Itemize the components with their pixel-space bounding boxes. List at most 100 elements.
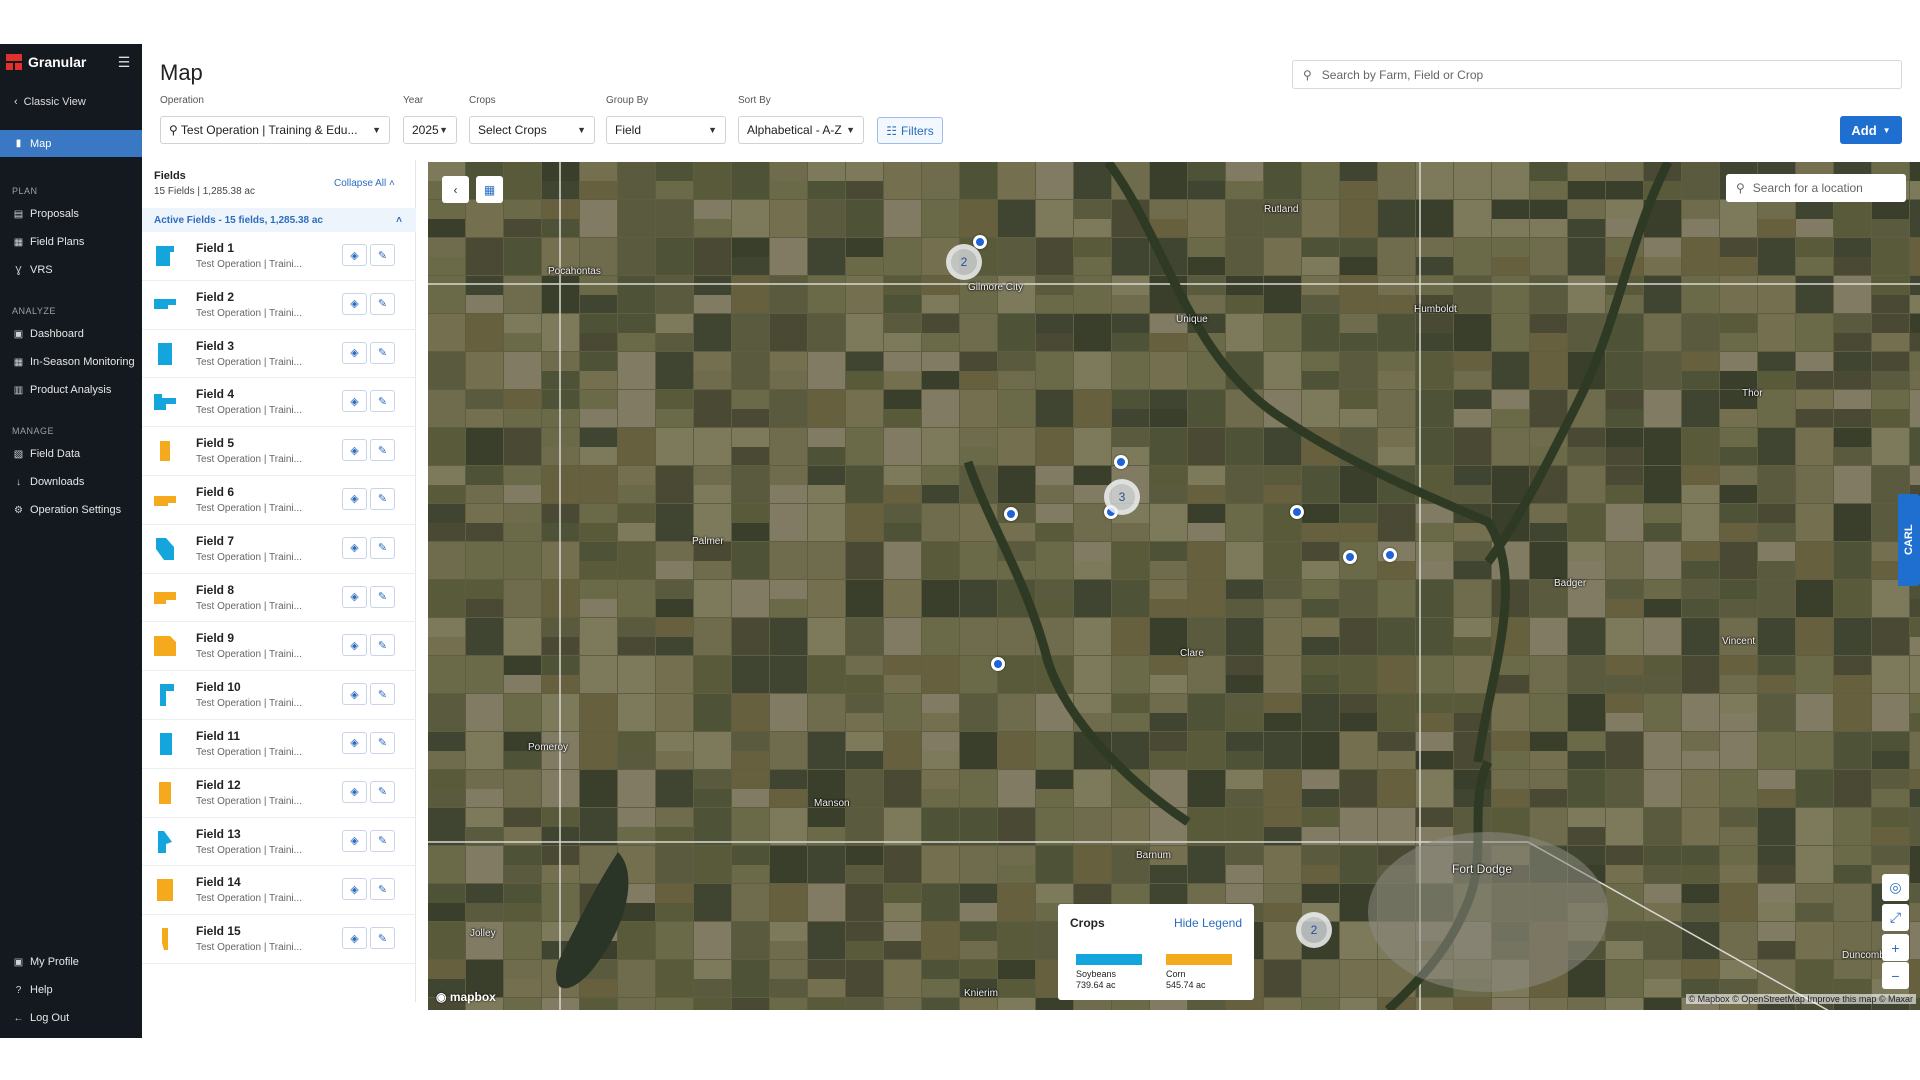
field-operation: Test Operation | Traini... xyxy=(196,551,302,563)
field-row[interactable]: Field 14 Test Operation | Traini... ◈ ✎ xyxy=(142,866,416,916)
layers-button[interactable]: ◈ xyxy=(342,439,367,462)
field-pin[interactable] xyxy=(1343,550,1357,564)
zoom-in-button[interactable]: + xyxy=(1882,934,1909,961)
field-pin[interactable] xyxy=(1114,455,1128,469)
layers-button[interactable]: ◈ xyxy=(342,585,367,608)
field-row[interactable]: Field 5 Test Operation | Traini... ◈ ✎ xyxy=(142,427,416,476)
edit-button[interactable]: ✎ xyxy=(370,585,395,608)
map-label: Rutland xyxy=(1264,204,1299,215)
edit-button[interactable]: ✎ xyxy=(370,878,395,901)
layers-button[interactable]: ◈ xyxy=(342,634,367,657)
sidebar-item-label: Proposals xyxy=(30,208,79,220)
map-attribution[interactable]: © Mapbox © OpenStreetMap Improve this ma… xyxy=(1685,994,1916,1004)
fullscreen-button[interactable]: ⤢ xyxy=(1882,904,1909,931)
field-row[interactable]: Field 6 Test Operation | Traini... ◈ ✎ xyxy=(142,476,416,525)
sidebar-item-field-plans[interactable]: ▦ Field Plans xyxy=(13,236,85,248)
field-row[interactable]: Field 7 Test Operation | Traini... ◈ ✎ xyxy=(142,525,416,574)
edit-button[interactable]: ✎ xyxy=(370,634,395,657)
sidebar-item-dashboard[interactable]: ▣ Dashboard xyxy=(13,328,84,340)
calendar-button[interactable]: ▦ xyxy=(476,176,503,203)
edit-button[interactable]: ✎ xyxy=(370,731,395,754)
collapse-sidebar-icon[interactable]: ☰ xyxy=(116,55,132,69)
hide-legend-button[interactable]: Hide Legend xyxy=(1174,916,1242,930)
field-pin[interactable] xyxy=(991,657,1005,671)
back-button[interactable]: ‹ xyxy=(442,176,469,203)
field-row[interactable]: Field 12 Test Operation | Traini... ◈ ✎ xyxy=(142,769,416,818)
field-row[interactable]: Field 15 Test Operation | Traini... ◈ ✎ xyxy=(142,915,416,964)
layers-button[interactable]: ◈ xyxy=(342,487,367,510)
search-input[interactable]: ⚲ Search by Farm, Field or Crop xyxy=(1292,60,1902,89)
edit-button[interactable]: ✎ xyxy=(370,341,395,364)
field-row[interactable]: Field 2 Test Operation | Traini... ◈ ✎ xyxy=(142,281,416,330)
layers-button[interactable]: ◈ xyxy=(342,927,367,950)
field-row[interactable]: Field 3 Test Operation | Traini... ◈ ✎ xyxy=(142,330,416,379)
field-row[interactable]: Field 8 Test Operation | Traini... ◈ ✎ xyxy=(142,574,416,623)
field-shape-icon xyxy=(157,879,173,902)
classic-view-link[interactable]: ‹ Classic View xyxy=(14,96,86,108)
sort-by-select[interactable]: Alphabetical - A-Z ▼ xyxy=(738,116,864,144)
edit-button[interactable]: ✎ xyxy=(370,536,395,559)
edit-button[interactable]: ✎ xyxy=(370,244,395,266)
sidebar-item-proposals[interactable]: ▤ Proposals xyxy=(13,208,79,220)
year-select[interactable]: 2025 ▼ xyxy=(403,116,457,144)
brand-logo[interactable]: Granular xyxy=(6,54,86,70)
sidebar-item-product-analysis[interactable]: ▥ Product Analysis xyxy=(13,384,112,396)
edit-button[interactable]: ✎ xyxy=(370,780,395,803)
field-pin[interactable] xyxy=(1004,507,1018,521)
pin-cluster[interactable]: 2 xyxy=(946,244,982,280)
sidebar-item-in-season-monitoring[interactable]: ▦ In-Season Monitoring xyxy=(13,356,135,368)
pin-cluster[interactable]: 3 xyxy=(1104,479,1140,515)
sidebar-item-log-out[interactable]: ← Log Out xyxy=(13,1012,70,1024)
pencil-icon: ✎ xyxy=(377,639,388,652)
field-row[interactable]: Field 13 Test Operation | Traini... ◈ ✎ xyxy=(142,818,416,867)
layers-button[interactable]: ◈ xyxy=(342,878,367,901)
group-by-select[interactable]: Field ▼ xyxy=(606,116,726,144)
layers-button[interactable]: ◈ xyxy=(342,829,367,852)
filters-button[interactable]: ☷ Filters xyxy=(877,117,943,144)
layers-button[interactable]: ◈ xyxy=(342,390,367,413)
operation-select[interactable]: ⚲ Test Operation | Training & Edu... ▼ xyxy=(160,116,390,144)
edit-button[interactable]: ✎ xyxy=(370,927,395,950)
field-row[interactable]: Field 1 Test Operation | Traini... ◈ ✎ xyxy=(142,232,416,281)
field-row[interactable]: Field 11 Test Operation | Traini... ◈ ✎ xyxy=(142,720,416,769)
locate-me-button[interactable]: ◎ xyxy=(1882,874,1909,901)
sidebar-item-map[interactable]: ▮ Map xyxy=(0,130,142,157)
edit-button[interactable]: ✎ xyxy=(370,829,395,852)
layers-button[interactable]: ◈ xyxy=(342,731,367,754)
edit-button[interactable]: ✎ xyxy=(370,487,395,510)
sidebar-item-downloads[interactable]: ↓ Downloads xyxy=(13,476,84,488)
layers-button[interactable]: ◈ xyxy=(342,536,367,559)
field-operation: Test Operation | Traini... xyxy=(196,356,302,368)
crops-select[interactable]: Select Crops ▼ xyxy=(469,116,595,144)
field-row[interactable]: Field 4 Test Operation | Traini... ◈ ✎ xyxy=(142,378,416,428)
collapse-all-button[interactable]: Collapse All ˄ xyxy=(334,178,395,189)
layers-button[interactable]: ◈ xyxy=(342,292,367,315)
sidebar-item-help[interactable]: ? Help xyxy=(13,984,53,996)
edit-button[interactable]: ✎ xyxy=(370,390,395,413)
zoom-out-button[interactable]: − xyxy=(1882,962,1909,989)
layers-button[interactable]: ◈ xyxy=(342,780,367,803)
field-row[interactable]: Field 9 Test Operation | Traini... ◈ ✎ xyxy=(142,622,416,672)
field-row[interactable]: Field 10 Test Operation | Traini... ◈ ✎ xyxy=(142,671,416,720)
field-pin[interactable] xyxy=(1383,548,1397,562)
mapbox-logo[interactable]: ◉ mapbox xyxy=(436,990,496,1004)
location-search-input[interactable]: ⚲ Search for a location xyxy=(1726,174,1906,202)
edit-button[interactable]: ✎ xyxy=(370,439,395,462)
pin-cluster[interactable]: 2 xyxy=(1296,912,1332,948)
field-operation: Test Operation | Traini... xyxy=(196,405,302,417)
layers-button[interactable]: ◈ xyxy=(342,244,367,266)
add-button[interactable]: Add ▼ xyxy=(1840,116,1902,144)
carl-tab[interactable]: CARL xyxy=(1898,494,1920,586)
sidebar-item-field-data[interactable]: ▧ Field Data xyxy=(13,448,80,460)
sidebar-item-my-profile[interactable]: ▣ My Profile xyxy=(13,956,79,968)
map-view[interactable]: ‹ ▦ ⚲ Search for a location Pocahontas G… xyxy=(428,162,1920,1010)
layers-button[interactable]: ◈ xyxy=(342,341,367,364)
sidebar-item-operation-settings[interactable]: ⚙ Operation Settings xyxy=(13,504,121,516)
edit-button[interactable]: ✎ xyxy=(370,683,395,706)
layers-button[interactable]: ◈ xyxy=(342,683,367,706)
sidebar-item-vrs[interactable]: Ɣ VRS xyxy=(13,264,52,276)
edit-button[interactable]: ✎ xyxy=(370,292,395,315)
active-fields-group[interactable]: Active Fields - 15 fields, 1,285.38 ac ˄ xyxy=(142,208,416,232)
field-pin[interactable] xyxy=(1290,505,1304,519)
chevron-down-icon: ▼ xyxy=(846,125,855,135)
